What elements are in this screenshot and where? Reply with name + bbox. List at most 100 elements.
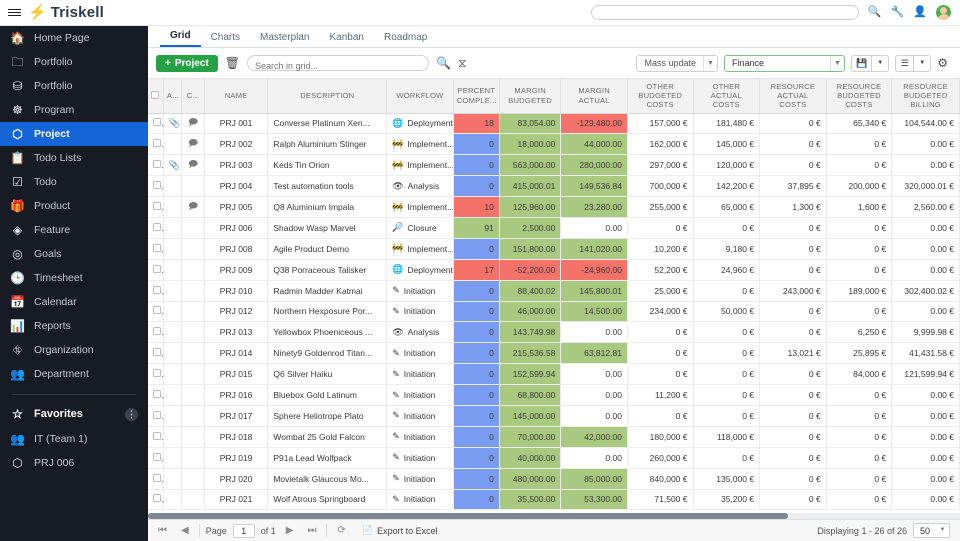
margin-actual-cell[interactable]: 0.00 [560,321,628,344]
table-row[interactable]: PRJ 020 Movietalk Glaucous Mo... ✎ Initiati… [148,468,960,490]
comment-cell[interactable]: 🗩 [181,133,205,156]
first-page-button[interactable]: ⏮ [154,525,171,536]
next-page-button[interactable]: ▶ [282,525,298,536]
resource-budgeted-costs-cell[interactable]: 0 € [826,405,893,427]
workflow-cell[interactable]: ✎ Initiation [386,384,454,406]
comment-cell[interactable] [181,175,205,198]
other-actual-costs-cell[interactable]: 0 € [693,384,761,406]
column-header-workflow[interactable]: WORKFLOW [386,79,454,114]
resource-budgeted-billing-cell[interactable]: 0.00 € [891,154,960,177]
resource-actual-costs-cell[interactable]: 0 € [759,426,827,448]
margin-actual-cell[interactable]: 141,020.00 [560,238,628,260]
resource-actual-costs-cell[interactable]: 0 € [759,405,827,427]
margin-budgeted-cell[interactable]: 18,000.00 [499,133,562,156]
other-actual-costs-cell[interactable]: 50,000 € [693,301,761,323]
margin-actual-cell[interactable]: 0.00 [560,363,628,386]
attachment-cell[interactable] [163,363,183,386]
other-budgeted-costs-cell[interactable]: 700,000 € [627,175,694,198]
table-row[interactable]: PRJ 004 Test automation tools 👁 Analysis 0 41… [148,175,960,198]
margin-actual-cell[interactable]: 63,812.81 [560,342,628,365]
resource-budgeted-billing-cell[interactable]: 0.00 € [891,238,960,260]
row-select-cell[interactable] [148,154,164,177]
sidebar-item-todo[interactable]: ☑ Todo [0,170,148,194]
row-checkbox[interactable] [153,181,161,190]
sidebar-item-feature[interactable]: ◈ Feature [0,218,148,242]
other-budgeted-costs-cell[interactable]: 162,000 € [627,133,694,156]
table-row[interactable]: PRJ 021 Wolf Atrous Springboard ✎ Initiatio… [148,489,960,511]
resource-actual-costs-cell[interactable]: 0 € [759,301,827,323]
other-actual-costs-cell[interactable]: 65,000 € [693,196,761,218]
margin-budgeted-cell[interactable]: 2,500.00 [499,217,562,239]
resource-budgeted-billing-cell[interactable]: 104,544.00 € [891,113,960,135]
attachment-cell[interactable] [163,280,183,302]
column-header-margin-budgeted[interactable]: MARGIN BUDGETED [499,79,562,114]
percent-complete-cell[interactable]: 0 [453,280,500,302]
percent-complete-cell[interactable]: 10 [453,196,500,218]
resource-actual-costs-cell[interactable]: 0 € [759,133,827,156]
comment-cell[interactable] [181,217,205,239]
row-checkbox[interactable] [153,160,161,169]
description-cell[interactable]: Wolf Atrous Springboard [267,489,388,511]
resource-budgeted-costs-cell[interactable]: 200,000 € [826,175,893,198]
workflow-cell[interactable]: ✎ Initiation [386,489,454,511]
attachment-cell[interactable] [163,259,183,281]
attachment-cell[interactable] [163,405,183,427]
margin-actual-cell[interactable]: 53,300.00 [560,489,628,511]
sidebar-item-organization[interactable]: ⛗ Organization [0,338,148,362]
row-select-cell[interactable] [148,301,164,323]
sidebar-item-program[interactable]: ☸ Program [0,98,148,122]
column-header-resource-budgeted-billing[interactable]: RESOURCE BUDGETED BILLING [891,79,960,114]
row-checkbox[interactable] [153,410,161,419]
row-select-cell[interactable] [148,280,164,302]
resource-actual-costs-cell[interactable]: 13,021 € [759,342,827,365]
paperclip-icon[interactable]: 📎 [169,160,181,170]
description-cell[interactable]: Q8 Aluminium Impala [267,196,388,218]
other-budgeted-costs-cell[interactable]: 297,000 € [627,154,694,177]
other-budgeted-costs-cell[interactable]: 71,500 € [627,489,694,511]
prev-page-button[interactable]: ◀ [177,525,193,536]
comment-cell[interactable] [181,489,205,511]
attachment-cell[interactable] [163,468,183,490]
description-cell[interactable]: Agile Product Demo [267,238,388,260]
row-select-cell[interactable] [148,363,164,386]
row-checkbox[interactable] [153,306,161,315]
percent-complete-cell[interactable]: 0 [453,363,500,386]
row-checkbox[interactable] [153,222,161,231]
other-actual-costs-cell[interactable]: 0 € [693,280,761,302]
table-row[interactable]: PRJ 008 Agile Product Demo 🚧 Implement... 0 1… [148,238,960,260]
description-cell[interactable]: Sphere Heliotrope Plato [267,405,388,427]
other-budgeted-costs-cell[interactable]: 180,000 € [627,426,694,448]
row-select-cell[interactable] [148,196,164,218]
delete-icon[interactable]: 🗑 [225,57,240,69]
percent-complete-cell[interactable]: 17 [453,259,500,281]
table-row[interactable]: PRJ 017 Sphere Heliotrope Plato ✎ Initiatio… [148,405,960,427]
percent-complete-cell[interactable]: 0 [453,489,500,511]
resource-budgeted-billing-cell[interactable]: 121,599.94 € [891,363,960,386]
workflow-cell[interactable]: 👁 Analysis [386,321,454,344]
table-row[interactable]: PRJ 012 Northern Hexposure Por... ✎ Initiat… [148,301,960,323]
margin-actual-cell[interactable]: 85,000.00 [560,468,628,490]
search-icon[interactable]: 🔍 [436,57,451,69]
margin-budgeted-cell[interactable]: 215,536.58 [499,342,562,365]
resource-actual-costs-cell[interactable]: 0 € [759,489,827,511]
percent-complete-cell[interactable]: 0 [453,154,500,177]
margin-budgeted-cell[interactable]: 46,000.00 [499,301,562,323]
resource-budgeted-costs-cell[interactable]: 0 € [826,447,893,469]
other-budgeted-costs-cell[interactable]: 10,200 € [627,238,694,260]
comment-cell[interactable] [181,426,205,448]
description-cell[interactable]: Bluebox Gold Latinum [267,384,388,406]
table-row[interactable]: PRJ 009 Q38 Porraceous Talisker 🌐 Deploymen… [148,259,960,281]
resource-actual-costs-cell[interactable]: 0 € [759,154,827,177]
percent-complete-cell[interactable]: 0 [453,405,500,427]
resource-budgeted-costs-cell[interactable]: 65,340 € [826,113,893,135]
row-select-cell[interactable] [148,384,164,406]
column-header-name[interactable]: NAME [204,79,269,114]
margin-actual-cell[interactable]: 280,000.00 [560,154,628,177]
export-to-excel-button[interactable]: 📄 Export to Excel [356,523,444,538]
other-actual-costs-cell[interactable]: 0 € [693,321,761,344]
comment-cell[interactable]: 🗩 [181,196,205,218]
project-code-cell[interactable]: PRJ 016 [204,384,269,406]
comment-icon[interactable]: 🗩 [188,138,198,148]
other-actual-costs-cell[interactable]: 145,000 € [693,133,761,156]
table-row[interactable]: PRJ 010 Radmin Madder Katmai ✎ Initiation 0 8… [148,280,960,302]
